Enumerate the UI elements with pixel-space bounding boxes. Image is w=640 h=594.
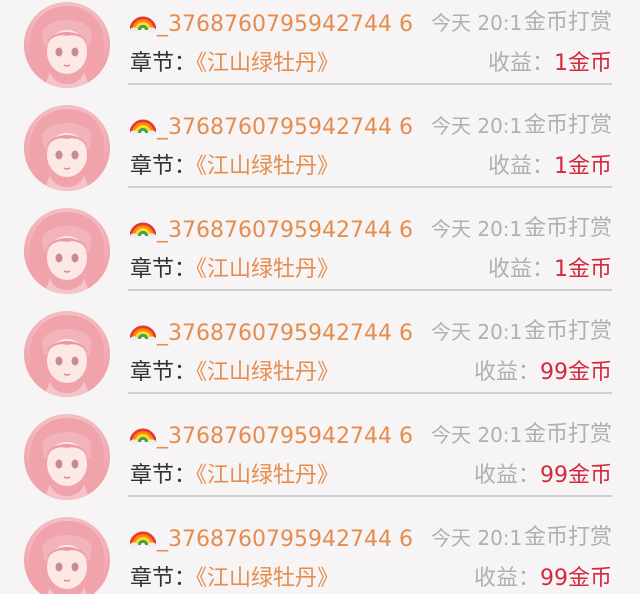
timestamp: 今天 20:1 — [431, 423, 523, 447]
username: _3768760795942744 6 — [130, 317, 413, 347]
reward-type: 金币打赏 — [523, 113, 612, 138]
income-info: 收益：1金币 — [488, 151, 612, 183]
reward-record-item[interactable]: _3768760795942744 6 今天 20:1 金币打赏 章节：《江山绿… — [0, 208, 640, 311]
reward-type: 金币打赏 — [523, 10, 612, 35]
username: _3768760795942744 6 — [130, 420, 413, 450]
username: _3768760795942744 6 — [130, 8, 413, 38]
income-label: 收益： — [487, 257, 554, 282]
reward-record-item[interactable]: _3768760795942744 6 今天 20:1 金币打赏 章节：《江山绿… — [0, 105, 640, 208]
income-amount: 1金币 — [554, 257, 612, 282]
income-label: 收益： — [487, 154, 554, 179]
income-info: 收益：99金币 — [474, 460, 612, 492]
reward-type: 金币打赏 — [523, 319, 612, 344]
reward-record-item[interactable]: _3768760795942744 6 今天 20:1 金币打赏 章节：《江山绿… — [0, 311, 640, 414]
chapter-name[interactable]: 《江山绿牡丹》 — [196, 51, 339, 76]
timestamp: 今天 20:1 — [431, 526, 523, 550]
chapter-name[interactable]: 《江山绿牡丹》 — [196, 566, 339, 591]
divider — [128, 495, 612, 497]
timestamp: 今天 20:1 — [431, 217, 523, 241]
rainbow-icon — [130, 119, 156, 136]
rainbow-icon — [130, 428, 156, 445]
chapter-label: 章节： — [130, 463, 197, 488]
avatar[interactable] — [24, 2, 110, 88]
chapter-info: 章节：《江山绿牡丹》 — [130, 357, 339, 389]
chapter-info: 章节：《江山绿牡丹》 — [130, 151, 339, 183]
avatar[interactable] — [24, 414, 110, 500]
username-text: _3768760795942744 6 — [157, 115, 413, 140]
income-info: 收益：99金币 — [474, 563, 612, 594]
avatar[interactable] — [24, 208, 110, 294]
reward-type: 金币打赏 — [523, 216, 612, 241]
income-info: 收益：99金币 — [474, 357, 612, 389]
reward-record-item[interactable]: _3768760795942744 6 今天 20:1 金币打赏 章节：《江山绿… — [0, 2, 640, 105]
income-amount: 99金币 — [540, 566, 612, 591]
rainbow-icon — [130, 16, 156, 33]
reward-record-item[interactable]: _3768760795942744 6 今天 20:1 金币打赏 章节：《江山绿… — [0, 414, 640, 517]
divider — [128, 186, 612, 188]
avatar[interactable] — [24, 311, 110, 397]
username-text: _3768760795942744 6 — [157, 424, 413, 449]
chapter-name[interactable]: 《江山绿牡丹》 — [196, 154, 339, 179]
income-info: 收益：1金币 — [488, 48, 612, 80]
timestamp: 今天 20:1 — [431, 320, 523, 344]
reward-type: 金币打赏 — [523, 525, 612, 550]
chapter-info: 章节：《江山绿牡丹》 — [130, 48, 339, 80]
chapter-label: 章节： — [130, 51, 197, 76]
chapter-label: 章节： — [130, 566, 197, 591]
income-amount: 99金币 — [540, 463, 612, 488]
chapter-label: 章节： — [130, 154, 197, 179]
income-label: 收益： — [473, 566, 540, 591]
avatar[interactable] — [24, 517, 110, 594]
timestamp: 今天 20:1 — [431, 114, 523, 138]
chapter-label: 章节： — [130, 360, 197, 385]
username: _3768760795942744 6 — [130, 214, 413, 244]
income-amount: 99金币 — [540, 360, 612, 385]
chapter-name[interactable]: 《江山绿牡丹》 — [196, 463, 339, 488]
username-text: _3768760795942744 6 — [157, 321, 413, 346]
chapter-info: 章节：《江山绿牡丹》 — [130, 254, 339, 286]
income-amount: 1金币 — [554, 154, 612, 179]
username: _3768760795942744 6 — [130, 111, 413, 141]
username-text: _3768760795942744 6 — [157, 12, 413, 37]
income-label: 收益： — [473, 463, 540, 488]
username-text: _3768760795942744 6 — [157, 527, 413, 552]
rainbow-icon — [130, 531, 156, 548]
chapter-label: 章节： — [130, 257, 197, 282]
reward-record-item[interactable]: _3768760795942744 6 今天 20:1 金币打赏 章节：《江山绿… — [0, 517, 640, 594]
reward-type: 金币打赏 — [523, 422, 612, 447]
rainbow-icon — [130, 325, 156, 342]
rainbow-icon — [130, 222, 156, 239]
divider — [128, 83, 612, 85]
chapter-info: 章节：《江山绿牡丹》 — [130, 563, 339, 594]
chapter-name[interactable]: 《江山绿牡丹》 — [196, 257, 339, 282]
username: _3768760795942744 6 — [130, 523, 413, 553]
avatar[interactable] — [24, 105, 110, 191]
divider — [128, 392, 612, 394]
username-text: _3768760795942744 6 — [157, 218, 413, 243]
chapter-info: 章节：《江山绿牡丹》 — [130, 460, 339, 492]
divider — [128, 289, 612, 291]
timestamp: 今天 20:1 — [431, 11, 523, 35]
reward-record-list: _3768760795942744 6 今天 20:1 金币打赏 章节：《江山绿… — [0, 0, 640, 594]
income-amount: 1金币 — [554, 51, 612, 76]
income-label: 收益： — [473, 360, 540, 385]
chapter-name[interactable]: 《江山绿牡丹》 — [196, 360, 339, 385]
income-info: 收益：1金币 — [488, 254, 612, 286]
income-label: 收益： — [487, 51, 554, 76]
